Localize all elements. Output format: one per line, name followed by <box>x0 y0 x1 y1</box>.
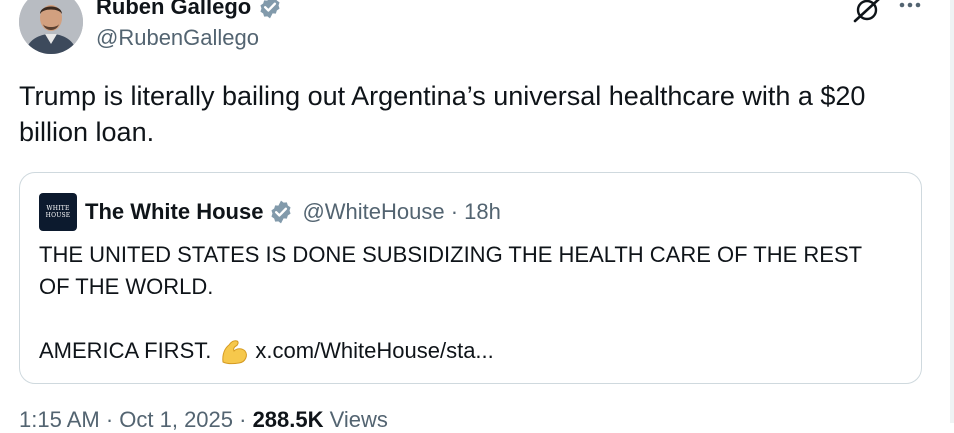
verified-badge-icon[interactable] <box>257 0 283 20</box>
author-avatar[interactable] <box>19 0 83 54</box>
author-handle[interactable]: @RubenGallego <box>96 25 259 51</box>
author-name[interactable]: Ruben Gallego <box>96 0 251 20</box>
white-house-avatar[interactable]: WHITE HOUSE <box>39 193 77 231</box>
quoted-text-america-first: AMERICA FIRST. <box>39 338 212 363</box>
quoted-text-line: THE UNITED STATES IS DONE SUBSIDIZING TH… <box>39 242 863 267</box>
more-icon[interactable] <box>896 0 924 18</box>
tweet-text: Trump is literally bailing out Argentina… <box>19 81 866 147</box>
timestamp[interactable]: 1:15 AM · Oct 1, 2025 · <box>19 407 253 432</box>
verified-badge-icon[interactable] <box>268 199 294 225</box>
quoted-author-name[interactable]: The White House <box>85 199 263 225</box>
tweet[interactable]: Ruben Gallego @RubenGallego Trump is lit… <box>0 0 950 432</box>
quoted-text-spacer <box>39 303 909 335</box>
views-label: Views <box>323 407 388 432</box>
person-photo <box>19 0 83 54</box>
timeline-divider <box>950 0 954 423</box>
quoted-text-line: OF THE WORLD. <box>39 274 214 299</box>
quoted-handle-time[interactable]: @WhiteHouse · 18h <box>302 199 500 225</box>
grok-icon[interactable] <box>852 0 882 24</box>
author-name-row: Ruben Gallego <box>96 0 283 23</box>
views-count: 288.5K <box>252 407 324 432</box>
quoted-tweet-header: WHITE HOUSE The White House @WhiteHouse … <box>39 193 501 231</box>
tweet-meta: 1:15 AM · Oct 1, 2025 · 288.5K Views <box>19 407 388 433</box>
white-house-avatar-text: WHITE HOUSE <box>45 205 71 219</box>
quoted-link[interactable]: x.com/WhiteHouse/sta... <box>255 335 493 367</box>
quoted-text-last-line: AMERICA FIRST. x.com/WhiteHouse/sta... <box>39 335 909 367</box>
flexed-biceps-emoji <box>222 340 248 365</box>
quoted-tweet-text: THE UNITED STATES IS DONE SUBSIDIZING TH… <box>39 239 909 367</box>
quoted-tweet[interactable]: WHITE HOUSE The White House @WhiteHouse … <box>19 172 922 384</box>
